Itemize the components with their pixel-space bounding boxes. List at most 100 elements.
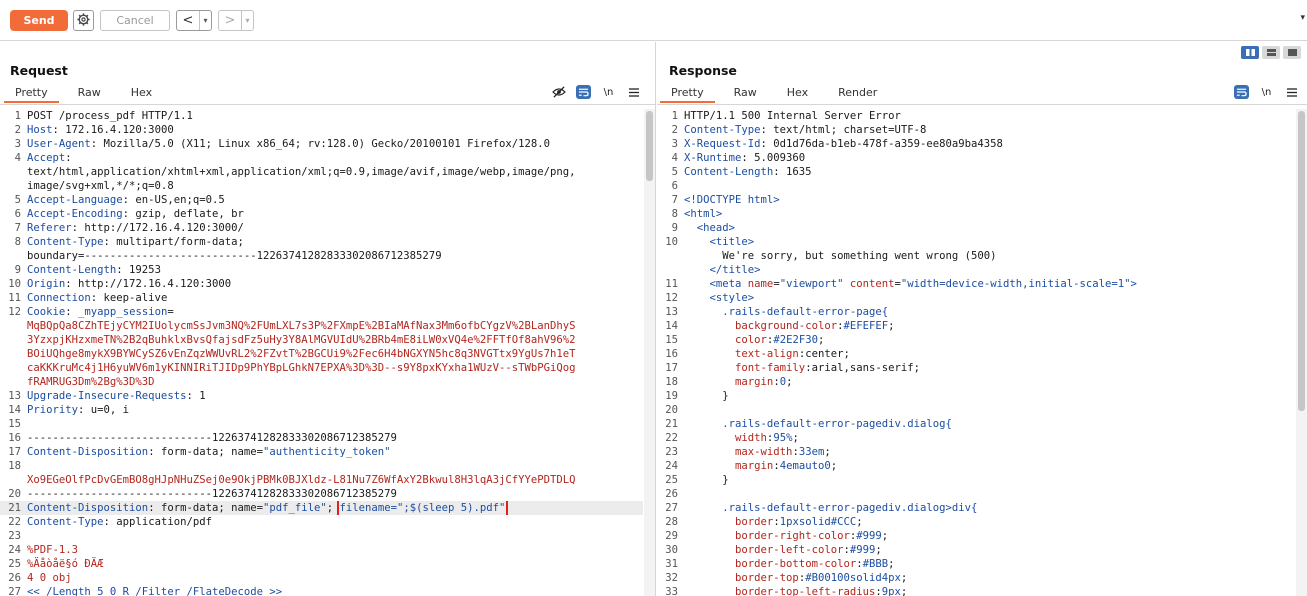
code-line[interactable]: 24 margin:4emauto0; [657, 459, 1295, 473]
code-line[interactable]: We're sorry, but something went wrong (5… [657, 249, 1295, 263]
code-line[interactable]: caKKKruMc4j1H6yuWV6m1yKINNIRiTJIDp9PhYBp… [0, 361, 643, 375]
code-line[interactable]: 18 [0, 459, 643, 473]
code-line[interactable]: 1 HTTP/1.1 500 Internal Server Error [657, 109, 1295, 123]
response-tab-pretty[interactable]: Pretty [660, 83, 715, 103]
code-line[interactable]: 14 Priority: u=0, i [0, 403, 643, 417]
code-line[interactable]: 7 <!DOCTYPE html> [657, 193, 1295, 207]
code-line[interactable]: 27 << /Length 5 0 R /Filter /FlateDecode … [0, 585, 643, 596]
code-line[interactable]: 21 .rails-default-error-pagediv.dialog{ [657, 417, 1295, 431]
code-line[interactable]: 29 border-right-color:#999; [657, 529, 1295, 543]
code-line[interactable]: </title> [657, 263, 1295, 277]
code-line[interactable]: 20 -----------------------------122637412… [0, 487, 643, 501]
code-line[interactable]: BOiUQhge8mykX9BYWCySZ6vEnZqzWWUvRL2%2FZv… [0, 347, 643, 361]
send-button[interactable]: Send [10, 10, 68, 31]
code-line[interactable]: 33 border-top-left-radius:9px; [657, 585, 1295, 596]
code-line[interactable]: 8 Content-Type: multipart/form-data; [0, 235, 643, 249]
code-line[interactable]: 17 Content-Disposition: form-data; name="… [0, 445, 643, 459]
code-line[interactable]: boundary=---------------------------1226… [0, 249, 643, 263]
code-line[interactable]: 2 Host: 172.16.4.120:3000 [0, 123, 643, 137]
code-line[interactable]: 22 width:95%; [657, 431, 1295, 445]
menu-icon[interactable] [626, 85, 641, 99]
code-line[interactable]: 11 Connection: keep-alive [0, 291, 643, 305]
code-line[interactable]: 10 <title> [657, 235, 1295, 249]
response-tab-render[interactable]: Render [827, 83, 888, 103]
code-line[interactable]: 17 font-family:arial,sans-serif; [657, 361, 1295, 375]
newline-toggle-icon[interactable]: \n [601, 85, 616, 99]
code-line[interactable]: 9 <head> [657, 221, 1295, 235]
code-line[interactable]: 30 border-left-color:#999; [657, 543, 1295, 557]
code-line[interactable]: 13 Upgrade-Insecure-Requests: 1 [0, 389, 643, 403]
layout-stacked-icon[interactable] [1262, 46, 1280, 59]
chevron-right-icon[interactable]: > [219, 11, 241, 30]
code-line[interactable]: 8 <html> [657, 207, 1295, 221]
code-line[interactable]: 18 margin:0; [657, 375, 1295, 389]
code-line[interactable]: 25 } [657, 473, 1295, 487]
hide-nonprintable-icon[interactable] [551, 85, 566, 99]
code-line[interactable]: 4 X-Runtime: 5.009360 [657, 151, 1295, 165]
code-line[interactable]: 3 X-Request-Id: 0d1d76da-b1eb-478f-a359-e… [657, 137, 1295, 151]
response-tab-hex[interactable]: Hex [776, 83, 819, 103]
response-scrollbar[interactable] [1296, 109, 1307, 596]
code-line[interactable]: 19 } [657, 389, 1295, 403]
request-tab-raw[interactable]: Raw [67, 83, 112, 103]
code-line[interactable]: 15 color:#2E2F30; [657, 333, 1295, 347]
code-line[interactable]: 31 border-bottom-color:#BBB; [657, 557, 1295, 571]
code-line[interactable]: Xo9EGeOlfPcDvGEmBO8gHJpNHuZSej0e9OkjPBMk… [0, 473, 643, 487]
code-line[interactable]: 26 4 0 obj [0, 571, 643, 585]
code-line[interactable]: 22 Content-Type: application/pdf [0, 515, 643, 529]
code-line[interactable]: 9 Content-Length: 19253 [0, 263, 643, 277]
code-line[interactable]: 16 -----------------------------122637412… [0, 431, 643, 445]
code-line[interactable]: 1 POST /process_pdf HTTP/1.1 [0, 109, 643, 123]
back-dropdown-icon[interactable]: ▾ [199, 11, 211, 30]
code-line[interactable]: 25 %Äåòåë§ó ÐÄÆ [0, 557, 643, 571]
forward-dropdown-icon[interactable]: ▾ [241, 11, 253, 30]
request-scrollbar-thumb[interactable] [646, 111, 653, 181]
code-line[interactable]: 23 [0, 529, 643, 543]
code-line[interactable]: MqBQpQa8CZhTEjyCYM2IUolycmSsJvm3NQ%2FUmL… [0, 319, 643, 333]
code-line[interactable]: 13 .rails-default-error-page{ [657, 305, 1295, 319]
code-line[interactable]: 6 [657, 179, 1295, 193]
code-line[interactable]: 11 <meta name="viewport" content="width=… [657, 277, 1295, 291]
code-line[interactable]: 26 [657, 487, 1295, 501]
code-line[interactable]: 12 <style> [657, 291, 1295, 305]
cancel-button[interactable]: Cancel [100, 10, 170, 31]
toolbar-overflow-icon[interactable]: ▾ [1300, 13, 1305, 23]
code-line[interactable]: 14 background-color:#EFEFEF; [657, 319, 1295, 333]
code-line[interactable]: 12 Cookie: _myapp_session= [0, 305, 643, 319]
code-line[interactable]: 2 Content-Type: text/html; charset=UTF-8 [657, 123, 1295, 137]
settings-button[interactable] [73, 10, 94, 31]
word-wrap-icon[interactable] [576, 85, 591, 99]
code-line[interactable]: 15 [0, 417, 643, 431]
code-line[interactable]: 3 User-Agent: Mozilla/5.0 (X11; Linux x86… [0, 137, 643, 151]
code-line[interactable]: fRAMRUG3Dm%2Bg%3D%3D [0, 375, 643, 389]
word-wrap-icon[interactable] [1234, 85, 1249, 99]
request-tab-hex[interactable]: Hex [120, 83, 163, 103]
request-scrollbar[interactable] [644, 109, 655, 596]
code-line[interactable]: text/html,application/xhtml+xml,applicat… [0, 165, 643, 179]
code-line[interactable]: 21 Content-Disposition: form-data; name="… [0, 501, 643, 515]
code-line[interactable]: 5 Accept-Language: en-US,en;q=0.5 [0, 193, 643, 207]
newline-toggle-icon[interactable]: \n [1259, 85, 1274, 99]
request-tab-pretty[interactable]: Pretty [4, 83, 59, 103]
code-line[interactable]: 4 Accept: [0, 151, 643, 165]
code-line[interactable]: 3YzxpjKHzxmeTN%2B2qBuhklxBvsQfajsdFz5uHy… [0, 333, 643, 347]
code-line[interactable]: 27 .rails-default-error-pagediv.dialog>d… [657, 501, 1295, 515]
response-scrollbar-thumb[interactable] [1298, 111, 1305, 411]
menu-icon[interactable] [1284, 85, 1299, 99]
chevron-left-icon[interactable]: < [177, 11, 199, 30]
code-line[interactable]: 32 border-top:#B00100solid4px; [657, 571, 1295, 585]
request-editor[interactable]: 1 POST /process_pdf HTTP/1.1 2 Host: 172.16… [0, 109, 643, 596]
code-line[interactable]: 23 max-width:33em; [657, 445, 1295, 459]
code-line[interactable]: 7 Referer: http://172.16.4.120:3000/ [0, 221, 643, 235]
code-line[interactable]: 16 text-align:center; [657, 347, 1295, 361]
layout-side-by-side-icon[interactable] [1241, 46, 1259, 59]
response-editor[interactable]: 1 HTTP/1.1 500 Internal Server Error 2 Cont… [657, 109, 1295, 596]
code-line[interactable]: 6 Accept-Encoding: gzip, deflate, br [0, 207, 643, 221]
code-line[interactable]: 10 Origin: http://172.16.4.120:3000 [0, 277, 643, 291]
code-line[interactable]: 5 Content-Length: 1635 [657, 165, 1295, 179]
code-line[interactable]: 20 [657, 403, 1295, 417]
response-tab-raw[interactable]: Raw [723, 83, 768, 103]
code-line[interactable]: 24 %PDF-1.3 [0, 543, 643, 557]
layout-tabs-icon[interactable] [1283, 46, 1301, 59]
code-line[interactable]: 28 border:1pxsolid#CCC; [657, 515, 1295, 529]
